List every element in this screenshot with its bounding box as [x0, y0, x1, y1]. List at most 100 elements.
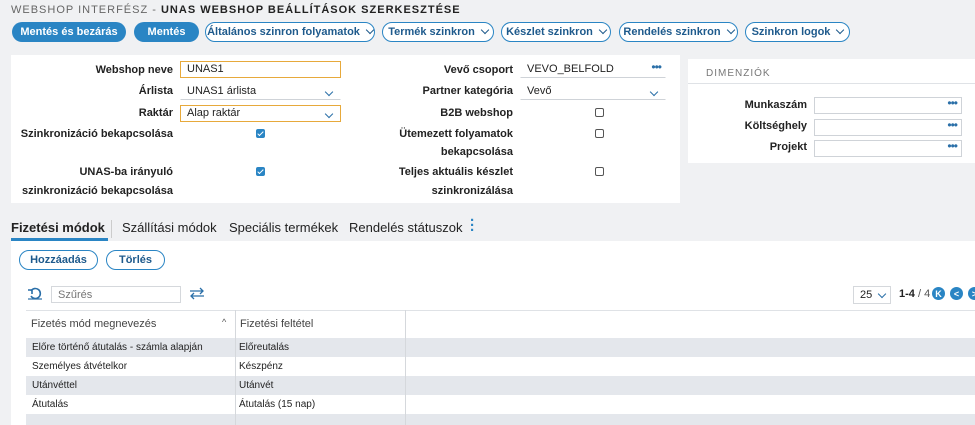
range-total: / 4 — [917, 288, 931, 300]
table-row[interactable]: Személyes átvételkor Készpénz — [26, 357, 975, 376]
table-row-empty — [26, 414, 975, 425]
general-sync-dropdown[interactable]: Általános szinron folyamatok — [205, 22, 375, 42]
chevron-down-icon — [324, 109, 334, 119]
webshop-name-label: Webshop neve — [95, 64, 173, 76]
table-row[interactable]: Előre történő átutalás - számla alapján … — [26, 338, 975, 357]
warehouse-value: Alap raktár — [187, 107, 241, 119]
full-stock-label-1: Teljes aktuális készlet — [398, 166, 513, 178]
cell-payment-term: Átutalás (15 nap) — [239, 399, 316, 410]
page-title: UNAS WEBSHOP BEÁLLÍTÁSOK SZERKESZTÉSE — [160, 4, 461, 16]
work-number-input[interactable]: ••• — [814, 96, 962, 114]
more-icon[interactable]: ••• — [947, 118, 958, 133]
next-page-icon[interactable]: > — [968, 287, 975, 300]
full-stock-checkbox[interactable] — [595, 167, 604, 176]
cell-payment-name: Előre történő átutalás - számla alapján — [32, 342, 203, 353]
chevron-down-icon — [598, 25, 608, 35]
tab-payment-methods[interactable]: Fizetési módok — [11, 220, 105, 235]
partner-category-label: Partner kategória — [422, 85, 513, 97]
column-divider[interactable] — [405, 310, 406, 425]
more-icon[interactable]: ••• — [651, 60, 662, 75]
cell-payment-name: Utánvéttel — [32, 380, 78, 391]
chevron-down-icon — [877, 289, 887, 299]
unas-sync-label-1: UNAS-ba irányuló — [79, 166, 173, 178]
prev-page-icon[interactable]: < — [950, 287, 963, 300]
stock-sync-label: Készlet szinkron — [506, 26, 593, 38]
warehouse-label: Raktár — [138, 107, 173, 119]
sync-enable-checkbox[interactable] — [256, 129, 265, 138]
cost-center-input[interactable]: ••• — [814, 118, 962, 136]
column-divider[interactable] — [235, 310, 236, 425]
breadcrumb: WEBSHOP INTERFÉSZ - UNAS WEBSHOP BEÁLLÍT… — [11, 4, 461, 16]
chevron-down-icon — [324, 87, 334, 97]
table-row[interactable]: Átutalás Átutalás (15 nap) — [26, 395, 975, 414]
add-button[interactable]: Hozzáadás — [19, 250, 98, 270]
first-page-icon[interactable]: K — [932, 287, 945, 300]
more-icon[interactable]: ••• — [947, 96, 958, 111]
delete-button[interactable]: Törlés — [106, 250, 165, 270]
product-sync-label: Termék szinkron — [388, 26, 475, 38]
unas-sync-checkbox[interactable] — [256, 167, 265, 176]
chevron-down-icon — [365, 25, 375, 35]
page-size-value: 25 — [860, 289, 873, 301]
price-list-select[interactable]: UNAS1 árlista — [180, 83, 341, 100]
tab-divider — [111, 220, 112, 238]
divider — [688, 83, 975, 84]
customer-group-value: VEVO_BELFOLD — [527, 63, 614, 75]
chevron-down-icon — [649, 87, 659, 97]
save-button[interactable]: Mentés — [134, 22, 199, 42]
warehouse-select[interactable]: Alap raktár — [180, 105, 341, 122]
price-list-label: Árlista — [138, 85, 173, 97]
panel-divider — [688, 55, 975, 59]
cell-payment-name: Személyes átvételkor — [32, 361, 128, 372]
full-stock-label-2: szinkronizálása — [431, 185, 513, 197]
cost-center-label: Költséghely — [744, 120, 807, 132]
work-number-label: Munkaszám — [744, 99, 807, 111]
stock-sync-dropdown[interactable]: Készlet szinkron — [501, 22, 611, 42]
column-header-payment-term[interactable]: Fizetési feltétel — [240, 318, 313, 330]
price-list-value: UNAS1 árlista — [187, 85, 257, 97]
product-sync-dropdown[interactable]: Termék szinkron — [382, 22, 494, 42]
tab-special-products[interactable]: Speciális termékek — [229, 220, 338, 235]
sync-logs-label: Szinkron logok — [751, 26, 831, 38]
page-size-select[interactable]: 25 — [853, 286, 891, 304]
filter-input[interactable] — [51, 286, 181, 303]
customer-group-label: Vevő csoport — [443, 64, 513, 76]
grid-top-border — [26, 310, 975, 311]
tab-order-statuses[interactable]: Rendelés státuszok — [349, 220, 462, 235]
scheduled-checkbox[interactable] — [595, 129, 604, 138]
scheduled-label-2: bekapcsolása — [440, 146, 513, 158]
chevron-down-icon — [836, 25, 845, 35]
webshop-name-input[interactable]: UNAS1 — [180, 61, 341, 78]
range-value: 1-4 — [899, 288, 915, 300]
cell-payment-term: Előreutalás — [239, 342, 290, 353]
unas-sync-label-2: szinkronizáció bekapcsolása — [21, 185, 173, 197]
scheduled-label-1: Ütemezett folyamatok — [399, 128, 513, 140]
pagination-range: 1-4 / 4 — [899, 288, 930, 300]
chevron-down-icon — [480, 25, 490, 35]
project-input[interactable]: ••• — [814, 139, 962, 157]
customer-group-input[interactable]: VEVO_BELFOLD ••• — [520, 60, 666, 78]
save-close-button[interactable]: Mentés és bezárás — [12, 22, 126, 42]
column-header-payment-name[interactable]: Fizetés mód megnevezés — [31, 318, 156, 330]
sync-logs-dropdown[interactable]: Szinkron logok — [745, 22, 850, 42]
project-label: Projekt — [769, 141, 807, 153]
more-tabs-icon[interactable]: · · · — [470, 213, 475, 238]
reset-icon[interactable] — [28, 287, 42, 305]
chevron-down-icon — [726, 25, 735, 35]
partner-category-select[interactable]: Vevő — [520, 83, 666, 100]
table-row[interactable]: Utánvéttel Utánvét — [26, 376, 975, 395]
cell-payment-term: Készpénz — [239, 361, 283, 372]
order-sync-dropdown[interactable]: Rendelés szinkron — [619, 22, 738, 42]
settings-form: Webshop neve UNAS1 Árlista UNAS1 árlista… — [11, 55, 680, 203]
b2b-checkbox[interactable] — [595, 108, 604, 117]
tab-shipping-methods[interactable]: Szállítási módok — [122, 220, 217, 235]
partner-category-value: Vevő — [527, 85, 552, 97]
breadcrumb-parent[interactable]: WEBSHOP INTERFÉSZ - — [11, 4, 157, 16]
order-sync-label: Rendelés szinkron — [623, 26, 721, 38]
swap-icon[interactable] — [189, 287, 205, 305]
sort-asc-icon[interactable]: ^ — [222, 317, 226, 327]
cell-payment-name: Átutalás — [32, 399, 69, 410]
more-icon[interactable]: ••• — [947, 139, 958, 154]
general-sync-label: Általános szinron folyamatok — [207, 26, 360, 38]
cell-payment-term: Utánvét — [239, 380, 274, 391]
